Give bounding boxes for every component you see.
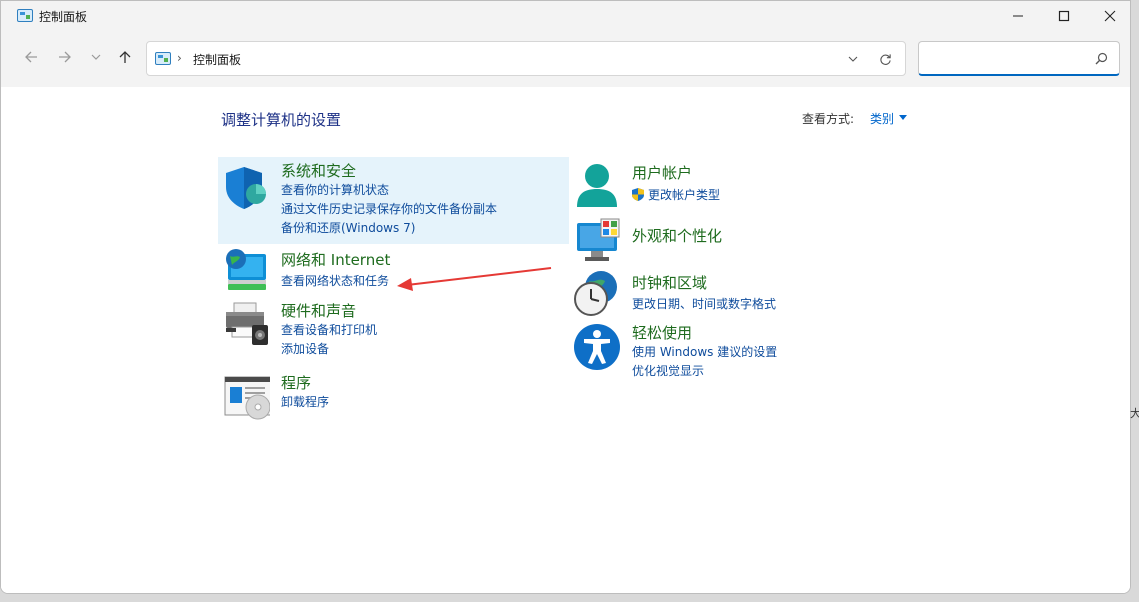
minimize-button[interactable]: [995, 1, 1041, 31]
forward-button[interactable]: [53, 45, 77, 69]
navigation-toolbar: › 控制面板: [1, 31, 1130, 87]
link-file-history-backup[interactable]: 通过文件历史记录保存你的文件备份副本: [281, 200, 497, 217]
arrow-left-icon: [25, 51, 37, 63]
category-title[interactable]: 时钟和区域: [632, 272, 707, 293]
up-button[interactable]: [113, 45, 137, 69]
arrow-up-icon: [119, 51, 131, 63]
control-panel-icon: [155, 52, 171, 65]
category-appearance-personalization[interactable]: 外观和个性化: [569, 215, 920, 263]
accessibility-icon: [574, 324, 620, 370]
category-title[interactable]: 轻松使用: [632, 322, 692, 343]
main-content: 调整计算机的设置 查看方式: 类别 系统和安全 查看你的计算机状态 通过文件历史…: [1, 87, 1130, 593]
dropdown-arrow-icon[interactable]: [899, 115, 907, 120]
globe-monitor-icon: [226, 249, 266, 290]
link-devices-printers[interactable]: 查看设备和打印机: [281, 321, 377, 338]
maximize-icon: [1058, 10, 1070, 22]
category-user-accounts[interactable]: 用户帐户 更改帐户类型: [569, 157, 920, 213]
breadcrumb[interactable]: 控制面板: [193, 51, 241, 68]
chevron-right-icon: ›: [177, 51, 182, 65]
chevron-down-icon: [91, 54, 101, 60]
category-title[interactable]: 网络和 Internet: [281, 249, 390, 270]
link-uninstall-program[interactable]: 卸载程序: [281, 393, 329, 410]
category-network-internet[interactable]: 网络和 Internet 查看网络状态和任务: [218, 246, 569, 296]
link-windows-recommended-settings[interactable]: 使用 Windows 建议的设置: [632, 343, 777, 360]
monitor-palette-icon: [577, 218, 620, 261]
search-input[interactable]: [927, 49, 1087, 67]
close-icon: [1104, 10, 1116, 22]
link-network-status-tasks[interactable]: 查看网络状态和任务: [281, 272, 389, 289]
search-icon[interactable]: [1093, 51, 1109, 67]
uac-shield-icon: [632, 188, 644, 201]
title-bar[interactable]: 控制面板: [1, 1, 1130, 31]
page-heading: 调整计算机的设置: [221, 111, 342, 129]
link-add-device[interactable]: 添加设备: [281, 340, 329, 357]
link-optimize-visual-display[interactable]: 优化视觉显示: [632, 362, 704, 379]
user-icon: [577, 164, 617, 207]
category-title[interactable]: 硬件和声音: [281, 300, 356, 321]
category-hardware-sound[interactable]: 硬件和声音 查看设备和打印机 添加设备: [218, 299, 569, 359]
background-glyph: 大: [1130, 407, 1139, 420]
category-title[interactable]: 外观和个性化: [632, 225, 722, 246]
shield-icon: [226, 167, 266, 209]
chevron-down-icon: [848, 56, 858, 62]
arrow-right-icon: [59, 51, 71, 63]
control-panel-icon: [17, 9, 33, 22]
category-clock-region[interactable]: 时钟和区域 更改日期、时间或数字格式: [569, 267, 920, 319]
back-button[interactable]: [19, 45, 43, 69]
refresh-button[interactable]: [875, 50, 895, 68]
category-title[interactable]: 程序: [281, 372, 311, 393]
printer-icon: [226, 302, 268, 345]
link-view-computer-status[interactable]: 查看你的计算机状态: [281, 181, 389, 198]
maximize-button[interactable]: [1041, 1, 1087, 31]
link-text[interactable]: 更改帐户类型: [648, 188, 720, 202]
refresh-icon: [879, 53, 891, 65]
close-button[interactable]: [1087, 1, 1130, 31]
category-title[interactable]: 系统和安全: [281, 160, 356, 181]
category-programs[interactable]: 程序 卸载程序: [218, 369, 569, 420]
view-by-label: 查看方式:: [802, 112, 855, 126]
minimize-icon: [1013, 15, 1023, 17]
category-ease-of-access[interactable]: 轻松使用 使用 Windows 建议的设置 优化视觉显示: [569, 321, 920, 379]
address-dropdown-button[interactable]: [843, 50, 863, 68]
view-by-dropdown[interactable]: 类别: [870, 110, 894, 127]
window-title: 控制面板: [39, 10, 88, 24]
search-box[interactable]: [918, 41, 1120, 76]
category-title[interactable]: 用户帐户: [632, 162, 692, 183]
clock-globe-icon: [574, 271, 617, 316]
program-disc-icon: [224, 376, 270, 420]
address-bar[interactable]: › 控制面板: [146, 41, 906, 76]
category-system-security[interactable]: 系统和安全 查看你的计算机状态 通过文件历史记录保存你的文件备份副本 备份和还原…: [218, 157, 569, 244]
control-panel-window: 控制面板 › 控制面板 调整计算机的设置 查看方式: 类别 系统和安全 查看你的…: [0, 0, 1131, 594]
link-backup-restore[interactable]: 备份和还原(Windows 7): [281, 219, 415, 236]
recent-locations-button[interactable]: [84, 45, 108, 69]
link-change-date-time-format[interactable]: 更改日期、时间或数字格式: [632, 295, 776, 312]
link-change-account-type[interactable]: 更改帐户类型: [632, 186, 720, 203]
